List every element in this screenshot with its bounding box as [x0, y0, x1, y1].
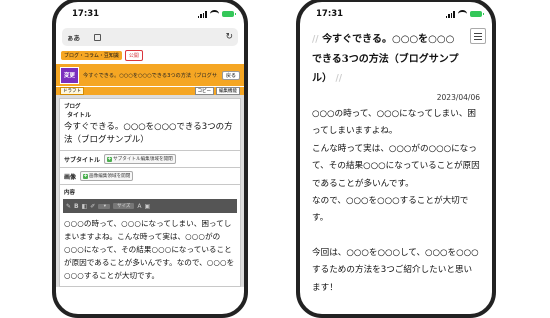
status-time: 17:31	[72, 9, 100, 19]
back-button[interactable]: 戻る	[221, 70, 240, 80]
font-size-select[interactable]: サイズ	[113, 203, 135, 209]
blog-label: ブログ	[64, 104, 81, 110]
open-quote-icon: //	[312, 35, 319, 45]
status-bar: 17:31	[300, 2, 492, 26]
text-size-button[interactable]: ぁあ	[67, 32, 80, 42]
wifi-icon	[210, 10, 219, 18]
text-color-icon[interactable]: A	[137, 203, 141, 210]
body-paragraph: ○○○の時って、○○○になってしまい、困ってしまいますよね。	[312, 109, 477, 137]
subtitle-row: サブタイトル + サブタイトル編集領域を開閉	[59, 151, 241, 168]
image-insert-icon[interactable]: ▣	[145, 203, 151, 210]
edit-function-button[interactable]: 編集機能	[216, 87, 240, 95]
change-button[interactable]: 変更	[60, 66, 79, 84]
subtitle-toggle-button[interactable]: + サブタイトル編集領域を開閉	[104, 154, 176, 164]
body-paragraph: なので、○○○を○○○することが大切です。	[312, 196, 469, 224]
hamburger-menu-icon[interactable]	[470, 28, 486, 44]
category-tag[interactable]: ブログ・コラム・豆知識	[61, 51, 122, 60]
content-editor[interactable]: ○○○の時って、○○○になってしまい、困ってしまいますよね。こんな時って実は、○…	[60, 213, 240, 286]
editor-area: ブログ タイトル 今すぐできる。○○○を○○○できる3つの方法（ブログサンプル）…	[56, 95, 244, 287]
paint-icon[interactable]: ◧	[82, 203, 88, 210]
image-toggle-button[interactable]: + 画像編集領域を開閉	[80, 171, 134, 181]
article-preview: // 今すぐできる。○○○を○○○できる3つの方法（ブログサンプル） // 20…	[300, 26, 492, 297]
reload-icon[interactable]: ↻	[225, 32, 233, 42]
signal-icon	[197, 10, 207, 18]
wifi-icon	[458, 10, 467, 18]
copy-button[interactable]: コピー	[194, 87, 214, 95]
content-label: 内容	[64, 190, 76, 196]
title-section: ブログ タイトル 今すぐできる。○○○を○○○できる3つの方法（ブログサンプル）	[59, 98, 241, 151]
image-row: 画像 + 画像編集領域を開閉	[59, 168, 241, 185]
article-header-title: 今すぐできる。○○○を○○○できる3つの方法（ブログサンプル）	[83, 72, 218, 79]
signal-icon	[445, 10, 455, 18]
editor-phone-frame: 17:31 ぁあ ↻ ブログ・コラム・豆知識 公開 変更 今すぐできる。○○○を…	[52, 0, 248, 318]
preview-phone-frame: 17:31 // 今すぐできる。○○○を○○○できる3つの方法（ブログサンプル）…	[296, 0, 496, 318]
status-time: 17:31	[316, 9, 344, 19]
category-tags: ブログ・コラム・豆知識 公開	[56, 49, 244, 64]
battery-icon	[222, 11, 236, 17]
title-label: タイトル	[67, 112, 92, 119]
subtitle-label: サブタイトル	[64, 156, 101, 164]
title-field[interactable]: 今すぐできる。○○○を○○○できる3つの方法（ブログサンプル）	[64, 121, 236, 147]
body-paragraph: 今回は、○○○を○○○して、○○○を○○○するための方法を3つご紹介したいと思い…	[312, 247, 479, 293]
plus-icon: +	[107, 155, 113, 162]
address-bar[interactable]: ぁあ ↻	[62, 28, 238, 46]
draft-badge: ドラフト	[60, 87, 84, 95]
rich-text-toolbar: ✎ B ◧ ✐ ▾ サイズ A ▣	[63, 199, 237, 213]
publish-date: 2023/04/06	[436, 93, 480, 102]
article-body: ○○○の時って、○○○になってしまい、困ってしまいますよね。 こんな時って実は、…	[312, 106, 480, 297]
pen-icon[interactable]: ✐	[90, 203, 95, 210]
status-bar: 17:31	[56, 2, 244, 26]
article-header-bar: 変更 今すぐできる。○○○を○○○できる3つの方法（ブログサンプル） 戻る	[56, 64, 244, 86]
battery-icon	[470, 11, 484, 17]
article-title: // 今すぐできる。○○○を○○○できる3つの方法（ブログサンプル） //	[312, 34, 459, 84]
clear-format-icon[interactable]: ✎	[66, 203, 71, 210]
publish-status-tag[interactable]: 公開	[124, 50, 143, 61]
close-quote-icon: //	[335, 74, 343, 84]
content-section: 内容 ✎ B ◧ ✐ ▾ サイズ A ▣ ○○○の時って、○○○になってしまい、…	[59, 185, 241, 287]
body-paragraph: こんな時って実は、○○○がの○○○になって、その結果○○○になっていることが原因…	[312, 143, 480, 189]
image-label: 画像	[64, 173, 77, 181]
format-select[interactable]: ▾	[98, 203, 111, 209]
lock-icon	[94, 33, 101, 41]
article-sub-bar: ドラフト コピー 編集機能	[56, 86, 244, 95]
bold-icon[interactable]: B	[74, 203, 79, 210]
plus-icon: +	[83, 172, 89, 179]
